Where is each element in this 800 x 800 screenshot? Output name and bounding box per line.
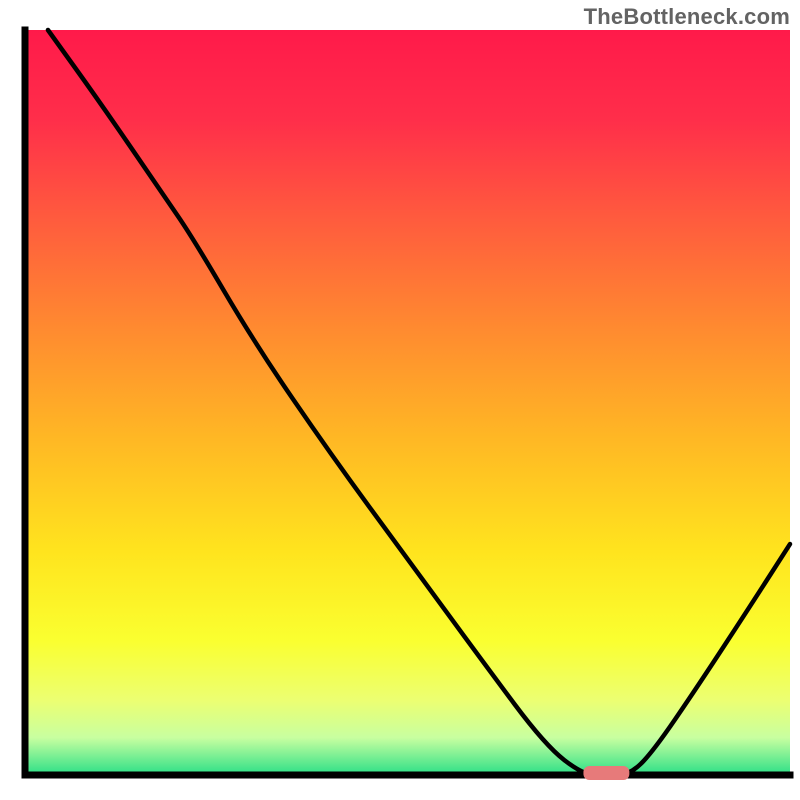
chart-container: TheBottleneck.com — [0, 0, 800, 800]
plot-background — [25, 30, 790, 775]
optimal-marker — [583, 766, 629, 780]
watermark-text: TheBottleneck.com — [584, 4, 790, 30]
bottleneck-chart — [0, 0, 800, 800]
